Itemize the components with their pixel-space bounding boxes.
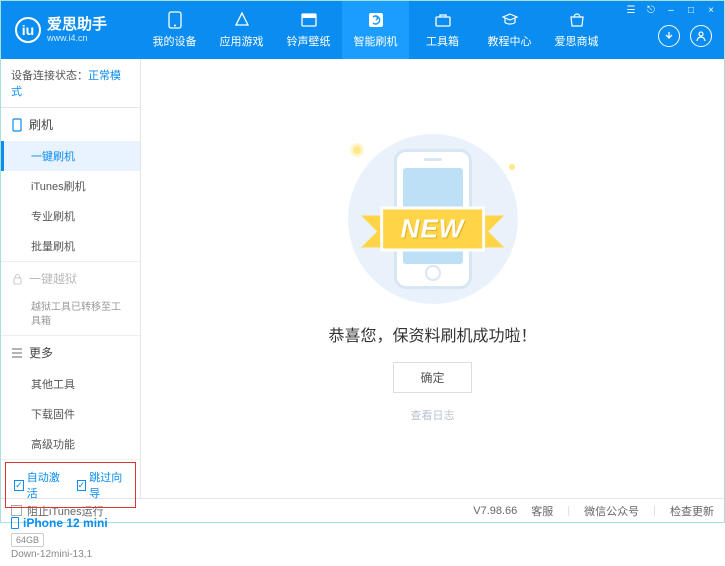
sidebar-item-itunes[interactable]: iTunes刷机 <box>1 171 140 201</box>
nav-ringtones[interactable]: 铃声壁纸 <box>275 1 342 59</box>
apps-icon <box>232 11 252 29</box>
sidebar-item-batch[interactable]: 批量刷机 <box>1 231 140 261</box>
nav-store[interactable]: 爱思商城 <box>543 1 610 59</box>
section-jailbreak-head: 一键越狱 <box>1 262 140 295</box>
nav-tutorials[interactable]: 教程中心 <box>476 1 543 59</box>
logo-icon: iu <box>15 17 41 43</box>
success-illustration: NEW <box>323 134 543 304</box>
section-more-head[interactable]: 更多 <box>1 336 140 369</box>
maximize-icon[interactable]: □ <box>684 3 698 17</box>
lock-icon <box>11 273 23 285</box>
section-flash-head[interactable]: 刷机 <box>1 108 140 141</box>
app-header: iu 爱思助手 www.i4.cn 我的设备 应用游戏 铃声壁纸 智能刷机 工具… <box>1 1 724 59</box>
user-button[interactable] <box>690 25 712 47</box>
nav-toolbox[interactable]: 工具箱 <box>409 1 476 59</box>
service-link[interactable]: 客服 <box>531 503 553 519</box>
sidebar: 设备连接状态：正常模式 刷机 一键刷机 iTunes刷机 专业刷机 批量刷机 一… <box>1 59 141 498</box>
view-log-link[interactable]: 查看日志 <box>411 407 455 423</box>
list-icon <box>11 347 23 359</box>
device-icon <box>11 517 19 529</box>
connection-status: 设备连接状态：正常模式 <box>1 59 140 108</box>
nav-apps[interactable]: 应用游戏 <box>208 1 275 59</box>
sparkle-icon <box>353 146 361 154</box>
sidebar-item-advanced[interactable]: 高级功能 <box>1 429 140 459</box>
sidebar-item-pro[interactable]: 专业刷机 <box>1 201 140 231</box>
tutorial-icon <box>500 11 520 29</box>
wallpaper-icon <box>299 11 319 29</box>
sparkle-icon <box>509 164 515 170</box>
nav-flash[interactable]: 智能刷机 <box>342 1 409 59</box>
checkbox-icon: ✓ <box>14 480 24 491</box>
sidebar-item-download[interactable]: 下载固件 <box>1 399 140 429</box>
main-content: NEW 恭喜您，保资料刷机成功啦！ 确定 查看日志 <box>141 59 724 498</box>
device-block[interactable]: iPhone 12 mini 64GB Down-12mini-13,1 <box>1 510 140 566</box>
device-model: Down-12mini-13,1 <box>11 549 130 560</box>
device-name: iPhone 12 mini <box>11 516 130 530</box>
jailbreak-note: 越狱工具已转移至工具箱 <box>1 295 140 335</box>
ok-button[interactable]: 确定 <box>393 362 471 393</box>
checkbox-icon: ✓ <box>77 480 87 491</box>
version-label: V7.98.66 <box>473 505 517 517</box>
close-icon[interactable]: × <box>704 3 718 17</box>
section-flash: 刷机 一键刷机 iTunes刷机 专业刷机 批量刷机 <box>1 108 140 262</box>
minimize-icon[interactable]: – <box>664 3 678 17</box>
nav-my-device[interactable]: 我的设备 <box>141 1 208 59</box>
storage-badge: 64GB <box>11 533 44 547</box>
phone-icon <box>165 11 185 29</box>
store-icon <box>567 11 587 29</box>
pin-icon[interactable]: ⎋ <box>644 3 658 17</box>
sidebar-item-oneclick[interactable]: 一键刷机 <box>1 141 140 171</box>
app-name: 爱思助手 <box>47 17 107 34</box>
menu-icon[interactable]: ☰ <box>624 3 638 17</box>
app-url: www.i4.cn <box>47 33 107 43</box>
phone-small-icon <box>11 119 23 131</box>
new-ribbon: NEW <box>380 207 486 252</box>
window-controls: ☰ ⎋ – □ × <box>624 3 718 17</box>
section-more: 更多 其他工具 下载固件 高级功能 <box>1 336 140 460</box>
success-message: 恭喜您，保资料刷机成功啦！ <box>328 322 536 346</box>
logo-area: iu 爱思助手 www.i4.cn <box>1 17 141 44</box>
options-row: ✓自动激活 ✓跳过向导 <box>5 462 136 508</box>
section-jailbreak: 一键越狱 越狱工具已转移至工具箱 <box>1 262 140 336</box>
flash-icon <box>366 11 386 29</box>
skip-guide-checkbox[interactable]: ✓跳过向导 <box>77 469 128 501</box>
header-actions <box>658 25 712 47</box>
download-button[interactable] <box>658 25 680 47</box>
main-nav: 我的设备 应用游戏 铃声壁纸 智能刷机 工具箱 教程中心 爱思商城 <box>141 1 610 59</box>
wechat-link[interactable]: 微信公众号 <box>584 503 639 519</box>
update-link[interactable]: 检查更新 <box>670 503 714 519</box>
sidebar-item-other[interactable]: 其他工具 <box>1 369 140 399</box>
auto-activate-checkbox[interactable]: ✓自动激活 <box>14 469 65 501</box>
toolbox-icon <box>433 11 453 29</box>
